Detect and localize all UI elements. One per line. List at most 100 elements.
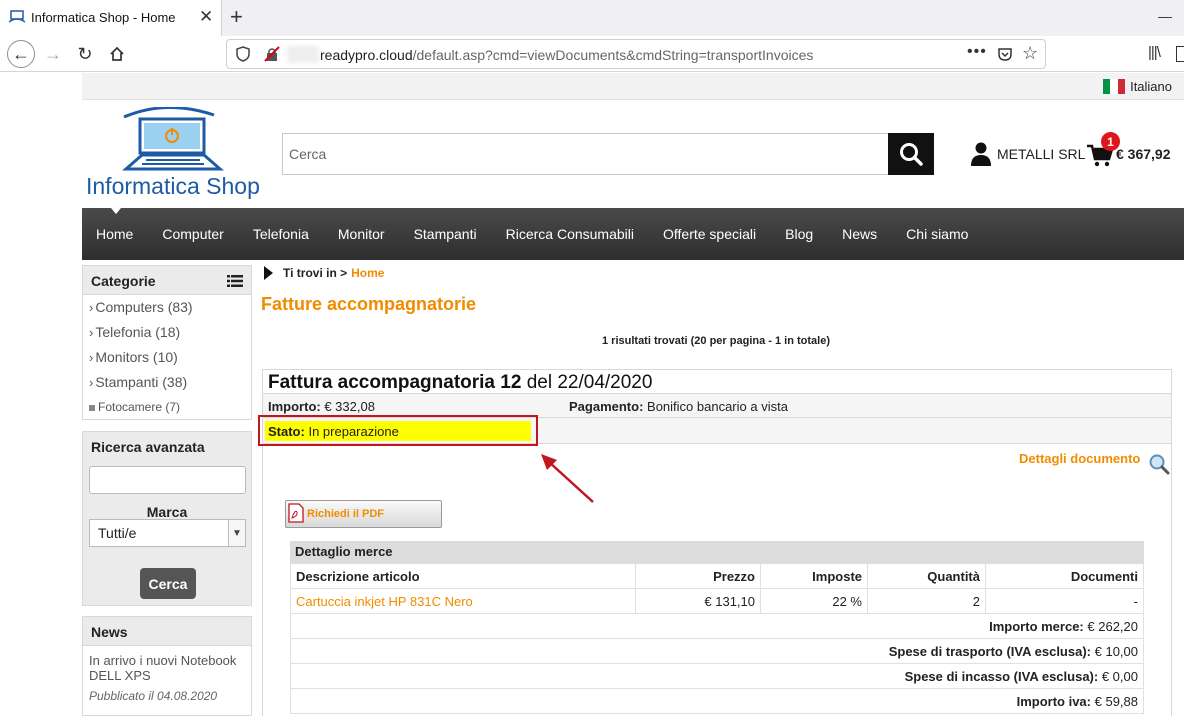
page: Italiano Informatica Shop METALLI SRL	[82, 73, 1184, 716]
nav-item-stampanti[interactable]: Stampanti	[399, 208, 491, 260]
nav-item-blog[interactable]: Blog	[771, 208, 828, 260]
nav-item-chi-siamo[interactable]: Chi siamo	[892, 208, 983, 260]
window-minimize-icon[interactable]: —	[1158, 8, 1172, 24]
browser-tabbar: Informatica Shop - Home ✕ + —	[0, 0, 1184, 36]
browser-tab[interactable]: Informatica Shop - Home ✕	[0, 0, 222, 36]
language-label: Italiano	[1130, 79, 1172, 94]
document-details-link[interactable]: Dettagli documento	[1019, 451, 1140, 466]
document-card: Fattura accompagnatoria 12 del 22/04/202…	[258, 369, 1172, 716]
user-icon[interactable]	[970, 142, 992, 166]
items-title: Dettaglio merce	[290, 541, 1144, 563]
chevron-right-icon: ›	[89, 350, 94, 365]
advanced-search-button[interactable]: Cerca	[140, 568, 196, 599]
magnifier-icon[interactable]	[1148, 453, 1170, 475]
search-button[interactable]	[888, 133, 934, 175]
pdf-icon	[288, 503, 304, 523]
language-selector[interactable]: Italiano	[1103, 79, 1172, 94]
new-tab-icon[interactable]: +	[230, 4, 243, 30]
nav-item-home[interactable]: Home	[82, 208, 148, 260]
library-icon[interactable]: |||\	[1148, 44, 1161, 61]
url-text[interactable]: readypro.cloud/default.asp?cmd=viewDocum…	[320, 47, 813, 63]
pagamento-field: Pagamento: Bonifico bancario a vista	[569, 399, 788, 414]
back-arrow-icon[interactable]: ←	[7, 40, 35, 68]
list-menu-icon[interactable]	[227, 275, 243, 287]
column-header: Prezzo	[635, 563, 761, 589]
document-date: del 22/04/2020	[526, 372, 653, 393]
breadcrumb-prefix: Ti trovi in >	[283, 266, 348, 280]
quantity-cell: 2	[867, 588, 986, 614]
italian-flag-icon	[1103, 79, 1126, 94]
page-actions-icon[interactable]: •••	[967, 43, 987, 61]
total-row: Spese di trasporto (IVA esclusa): € 10,0…	[290, 638, 1144, 664]
pocket-icon[interactable]	[997, 46, 1013, 62]
column-header: Descrizione articolo	[290, 563, 636, 589]
site-favicon-icon	[9, 10, 25, 23]
search-icon	[900, 143, 923, 166]
cart-total[interactable]: € 367,92	[1116, 146, 1171, 162]
category-item[interactable]: › Stampanti (38)	[83, 370, 251, 395]
nav-item-news[interactable]: News	[828, 208, 892, 260]
square-bullet-icon	[89, 404, 95, 411]
laptop-logo-icon	[122, 106, 224, 171]
nav-item-telefonia[interactable]: Telefonia	[238, 208, 323, 260]
nav-item-monitor[interactable]: Monitor	[323, 208, 399, 260]
chevron-right-icon: ›	[89, 325, 94, 340]
nav-item-computer[interactable]: Computer	[148, 208, 238, 260]
forward-arrow-icon[interactable]: →	[40, 41, 66, 67]
site-logo[interactable]: Informatica Shop	[86, 106, 276, 202]
column-header: Imposte	[760, 563, 868, 589]
category-item[interactable]: › Computers (83)	[83, 295, 251, 320]
reload-icon[interactable]: ↻	[72, 41, 98, 67]
total-row: Importo merce: € 262,20	[290, 613, 1144, 639]
items-section: Dettaglio merce Descrizione articolo Pre…	[290, 541, 1144, 714]
home-icon[interactable]	[104, 41, 130, 67]
breadcrumb-home-link[interactable]: Home	[351, 266, 384, 280]
total-row: Importo iva: € 59,88	[290, 688, 1144, 714]
tax-cell: 22 %	[760, 588, 868, 614]
annotation-arrow-icon	[541, 454, 594, 503]
chevron-down-icon: ▼	[228, 520, 245, 546]
column-header: Quantità	[867, 563, 986, 589]
advanced-search-box: Ricerca avanzata Marca Tutti/e ▼ Cerca	[82, 431, 252, 606]
play-triangle-icon	[264, 266, 273, 280]
category-item[interactable]: › Telefonia (18)	[83, 320, 251, 345]
address-bar[interactable]: readypro.cloud/default.asp?cmd=viewDocum…	[226, 39, 1046, 69]
brand-label: Marca	[146, 504, 188, 520]
advanced-search-input[interactable]	[89, 466, 246, 494]
news-box: News In arrivo i nuovi Notebook DELL XPS…	[82, 616, 252, 716]
nav-item-offerte-speciali[interactable]: Offerte speciali	[649, 208, 771, 260]
main-navigation: Home Computer Telefonia Monitor Stampant…	[82, 208, 1184, 260]
category-item[interactable]: › Monitors (10)	[83, 345, 251, 370]
status-highlight-box	[258, 415, 538, 446]
news-date: Pubblicato il 04.08.2020	[89, 689, 218, 703]
column-header: Documenti	[985, 563, 1144, 589]
tracking-shield-icon[interactable]	[236, 46, 250, 62]
logo-text: Informatica Shop	[86, 173, 260, 199]
search-input[interactable]	[282, 133, 888, 175]
categories-title: Categorie	[91, 273, 156, 289]
top-strip: Italiano	[82, 73, 1184, 100]
categories-header: Categorie	[83, 266, 251, 295]
bookmark-star-icon[interactable]: ☆	[1022, 43, 1038, 64]
insecure-lock-icon[interactable]	[264, 46, 280, 62]
total-row: Spese di incasso (IVA esclusa): € 0,00	[290, 663, 1144, 689]
news-item-link[interactable]: In arrivo i nuovi Notebook DELL XPS	[83, 646, 251, 683]
product-link[interactable]: Cartuccia inkjet HP 831C Nero	[290, 588, 636, 614]
sidebar-toggle-icon[interactable]	[1176, 46, 1184, 62]
nav-item-ricerca-consumabili[interactable]: Ricerca Consumabili	[491, 208, 648, 260]
browser-navbar: ← → ↻ readypro.cloud/default.asp?cmd=vie…	[0, 36, 1184, 72]
results-count: 1 risultati trovati (20 per pagina - 1 i…	[602, 335, 830, 347]
tab-close-icon[interactable]: ✕	[199, 8, 213, 26]
items-table: Descrizione articolo Prezzo Imposte Quan…	[290, 563, 1144, 714]
brand-select[interactable]: Tutti/e ▼	[89, 519, 246, 547]
user-name-link[interactable]: METALLI SRL	[997, 146, 1085, 162]
table-header-row: Descrizione articolo Prezzo Imposte Quan…	[290, 563, 1144, 589]
advanced-search-title: Ricerca avanzata	[83, 432, 251, 461]
url-redacted	[287, 46, 319, 63]
chevron-right-icon: ›	[89, 300, 94, 315]
document-name: Fattura accompagnatoria 12	[268, 372, 522, 393]
document-heading: Fattura accompagnatoria 12 del 22/04/202…	[263, 370, 1171, 394]
page-title: Fatture accompagnatorie	[261, 294, 477, 314]
category-item[interactable]: Fotocamere (7)	[83, 395, 251, 420]
request-pdf-button[interactable]: Richiedi il PDF	[285, 500, 442, 528]
